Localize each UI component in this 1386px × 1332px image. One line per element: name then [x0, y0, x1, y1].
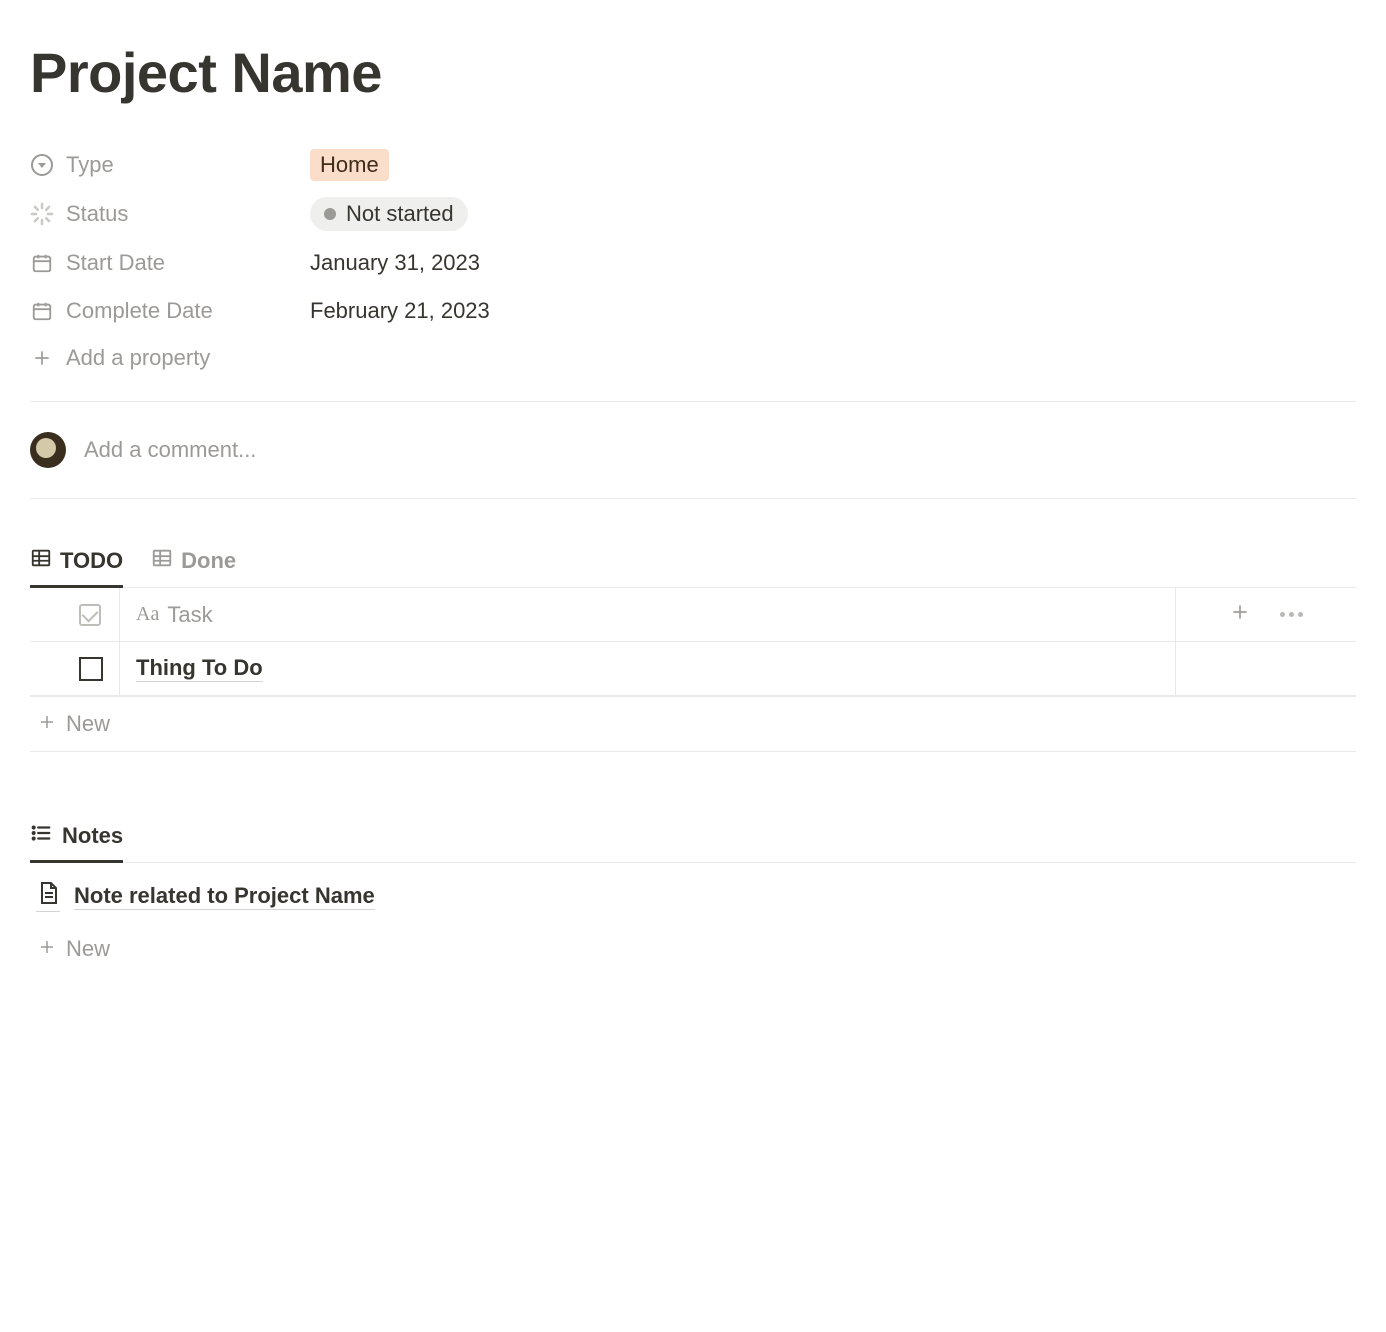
new-row-label: New: [66, 711, 110, 737]
plus-icon: [38, 711, 56, 737]
properties-section: Type Home Status Not started Start Date …: [30, 141, 1356, 381]
add-row-button[interactable]: New: [30, 697, 1356, 752]
property-status[interactable]: Status Not started: [30, 189, 1356, 239]
property-value[interactable]: February 21, 2023: [310, 298, 490, 324]
property-label-text: Type: [66, 152, 114, 178]
add-column-button[interactable]: [1230, 602, 1250, 627]
tab-label: Notes: [62, 823, 123, 849]
todo-tabs: TODO Done: [30, 547, 1356, 588]
checkbox-icon: [79, 604, 101, 626]
property-complete-date[interactable]: Complete Date February 21, 2023: [30, 287, 1356, 335]
tag-home[interactable]: Home: [310, 149, 389, 181]
list-icon: [30, 822, 52, 850]
status-dot-icon: [324, 208, 336, 220]
tab-label: TODO: [60, 548, 123, 574]
table-row[interactable]: Thing To Do: [30, 642, 1356, 696]
table-icon: [30, 547, 52, 575]
comment-input[interactable]: Add a comment...: [84, 437, 256, 463]
column-checkbox[interactable]: [30, 588, 120, 641]
tab-notes[interactable]: Notes: [30, 822, 123, 862]
property-value[interactable]: January 31, 2023: [310, 250, 480, 276]
property-label-text: Status: [66, 201, 128, 227]
text-icon: Aa: [136, 603, 159, 626]
column-label: Task: [167, 602, 212, 628]
add-property-button[interactable]: Add a property: [30, 335, 1356, 381]
property-label: Status: [30, 201, 310, 227]
row-empty-cell: [1176, 642, 1356, 695]
page-title[interactable]: Project Name: [30, 40, 1356, 105]
table-header: Aa Task: [30, 588, 1356, 642]
table-icon: [151, 547, 173, 575]
property-label: Start Date: [30, 250, 310, 276]
add-property-label: Add a property: [66, 345, 210, 371]
row-checkbox[interactable]: [30, 642, 120, 695]
select-icon: [30, 153, 54, 177]
calendar-icon: [30, 299, 54, 323]
plus-icon: [38, 936, 56, 962]
status-pill[interactable]: Not started: [310, 197, 468, 231]
plus-icon: [30, 346, 54, 370]
calendar-icon: [30, 251, 54, 275]
page-icon: [36, 881, 60, 912]
avatar: [30, 432, 66, 468]
status-icon: [30, 202, 54, 226]
property-label: Complete Date: [30, 298, 310, 324]
checkbox-unchecked-icon: [79, 657, 103, 681]
property-start-date[interactable]: Start Date January 31, 2023: [30, 239, 1356, 287]
notes-section: Notes Note related to Project Name New: [30, 822, 1356, 976]
tab-label: Done: [181, 548, 236, 574]
tab-done[interactable]: Done: [151, 547, 236, 587]
add-note-button[interactable]: New: [30, 922, 1356, 976]
property-value[interactable]: Home: [310, 149, 389, 181]
property-label-text: Start Date: [66, 250, 165, 276]
comment-section[interactable]: Add a comment...: [30, 402, 1356, 499]
property-type[interactable]: Type Home: [30, 141, 1356, 189]
property-label: Type: [30, 152, 310, 178]
notes-tabs: Notes: [30, 822, 1356, 863]
tab-todo[interactable]: TODO: [30, 547, 123, 587]
column-task[interactable]: Aa Task: [120, 588, 1176, 641]
row-title[interactable]: Thing To Do: [120, 642, 1176, 695]
todo-table: Aa Task Thing To Do: [30, 588, 1356, 697]
note-title: Note related to Project Name: [74, 883, 375, 910]
status-text: Not started: [346, 201, 454, 227]
note-item[interactable]: Note related to Project Name: [30, 863, 1356, 922]
table-header-actions: [1176, 588, 1356, 641]
more-icon[interactable]: [1280, 612, 1303, 617]
property-value[interactable]: Not started: [310, 197, 468, 231]
new-note-label: New: [66, 936, 110, 962]
property-label-text: Complete Date: [66, 298, 213, 324]
